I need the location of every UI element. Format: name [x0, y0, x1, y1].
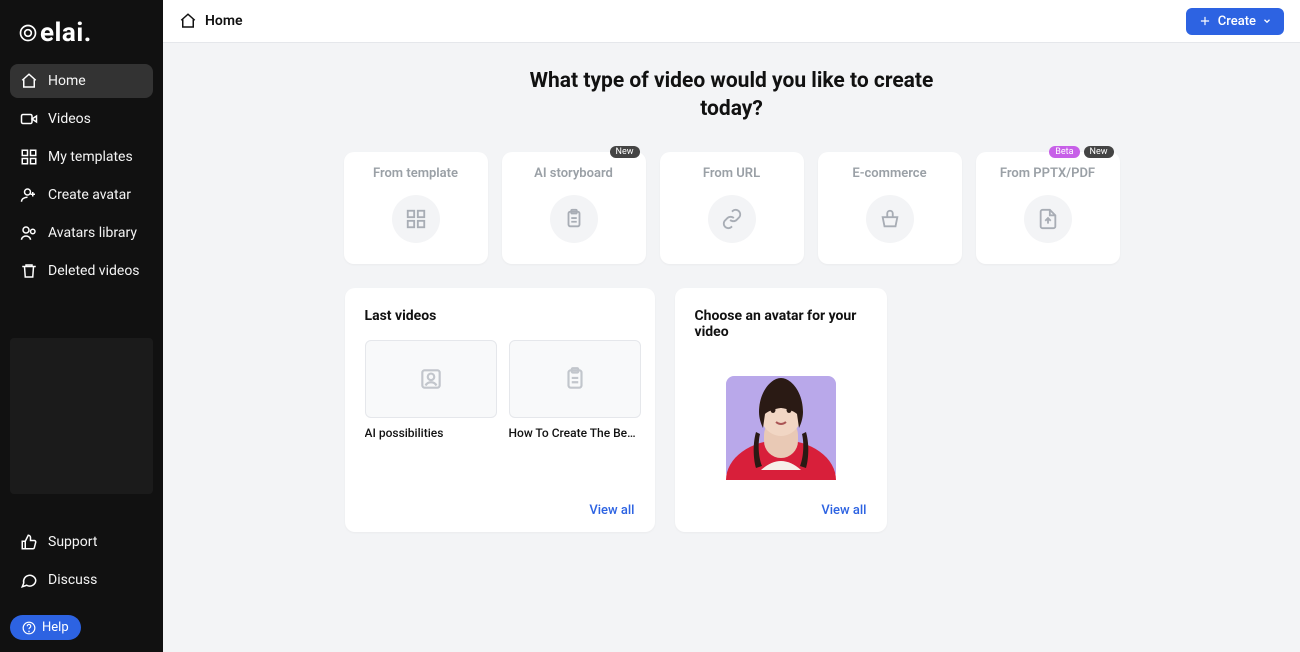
person-card-icon: [418, 366, 444, 392]
tile-ecommerce[interactable]: E-commerce: [818, 152, 962, 264]
sidebar-item-support[interactable]: Support: [10, 525, 153, 559]
beta-badge: Beta: [1049, 146, 1079, 158]
chat-icon: [20, 571, 38, 589]
clipboard-icon: [562, 366, 588, 392]
create-label: Create: [1218, 14, 1256, 29]
tile-ai-storyboard[interactable]: New AI storyboard: [502, 152, 646, 264]
topbar: Home Create: [163, 0, 1300, 43]
tile-from-template[interactable]: From template: [344, 152, 488, 264]
video-label: How To Create The Best We…: [509, 426, 641, 440]
panel-title: Last videos: [365, 308, 635, 324]
create-tiles: From template New AI storyboard From URL: [344, 152, 1120, 264]
trash-icon: [20, 262, 38, 280]
home-icon: [179, 12, 197, 30]
sidebar-item-deleted[interactable]: Deleted videos: [10, 254, 153, 288]
panels-row: Last videos AI possibilities How To Crea…: [345, 288, 1119, 532]
video-thumb[interactable]: [509, 340, 641, 418]
help-button[interactable]: Help: [10, 615, 81, 640]
sidebar-item-label: Discuss: [48, 572, 97, 588]
sidebar-item-label: Home: [48, 73, 86, 89]
view-all-avatars[interactable]: View all: [821, 503, 866, 518]
sidebar-item-discuss[interactable]: Discuss: [10, 563, 153, 597]
sidebar-item-videos[interactable]: Videos: [10, 102, 153, 136]
create-button[interactable]: Create: [1186, 8, 1284, 35]
sidebar-item-label: Videos: [48, 111, 91, 127]
tile-from-url[interactable]: From URL: [660, 152, 804, 264]
tile-from-pptx-pdf[interactable]: Beta New From PPTX/PDF: [976, 152, 1120, 264]
clipboard-icon: [550, 195, 598, 243]
tile-title: AI storyboard: [534, 166, 613, 181]
content: What type of video would you like to cre…: [163, 43, 1300, 652]
new-badge: New: [610, 146, 640, 158]
video-label: AI possibilities: [365, 426, 497, 440]
help-icon: [22, 621, 36, 635]
video-thumb[interactable]: [365, 340, 497, 418]
page-headline: What type of video would you like to cre…: [522, 67, 942, 124]
sidebar-nav: Home Videos My templates Create avatar A…: [10, 64, 153, 288]
sidebar: elai. Home Videos My templates Create av…: [0, 0, 163, 652]
file-upload-icon: [1024, 195, 1072, 243]
link-icon: [708, 195, 756, 243]
new-badge: New: [1084, 146, 1114, 158]
sidebar-item-label: Avatars library: [48, 225, 137, 241]
brand-logo: elai.: [10, 12, 153, 64]
tile-title: From PPTX/PDF: [1000, 166, 1095, 181]
view-all-videos[interactable]: View all: [589, 503, 634, 518]
thumbs-up-icon: [20, 533, 38, 551]
video-icon: [20, 110, 38, 128]
sidebar-promo-box: [10, 338, 153, 494]
sidebar-item-templates[interactable]: My templates: [10, 140, 153, 174]
sidebar-item-label: My templates: [48, 149, 133, 165]
sidebar-item-avatars-library[interactable]: Avatars library: [10, 216, 153, 250]
sidebar-item-home[interactable]: Home: [10, 64, 153, 98]
tile-title: From URL: [703, 166, 760, 181]
chevron-down-icon: [1262, 16, 1272, 26]
sidebar-item-label: Create avatar: [48, 187, 131, 203]
help-label: Help: [42, 620, 69, 635]
home-icon: [20, 72, 38, 90]
templates-icon: [20, 148, 38, 166]
grid-icon: [392, 195, 440, 243]
plus-icon: [1198, 14, 1212, 28]
panel-title: Choose an avatar for your video: [695, 308, 867, 340]
main: Home Create What type of video would you…: [163, 0, 1300, 652]
sidebar-bottom: Support Discuss Help: [10, 525, 153, 640]
avatar-image[interactable]: [726, 360, 836, 480]
breadcrumb-label: Home: [205, 13, 243, 29]
sidebar-item-create-avatar[interactable]: Create avatar: [10, 178, 153, 212]
avatar-add-icon: [20, 186, 38, 204]
sidebar-item-label: Deleted videos: [48, 263, 140, 279]
basket-icon: [866, 195, 914, 243]
sidebar-item-label: Support: [48, 534, 97, 550]
last-videos-panel: Last videos AI possibilities How To Crea…: [345, 288, 655, 532]
tile-title: From template: [373, 166, 458, 181]
avatars-icon: [20, 224, 38, 242]
tile-title: E-commerce: [852, 166, 926, 181]
breadcrumb: Home: [179, 12, 243, 30]
avatar-panel: Choose an avatar for your video View all: [675, 288, 887, 532]
